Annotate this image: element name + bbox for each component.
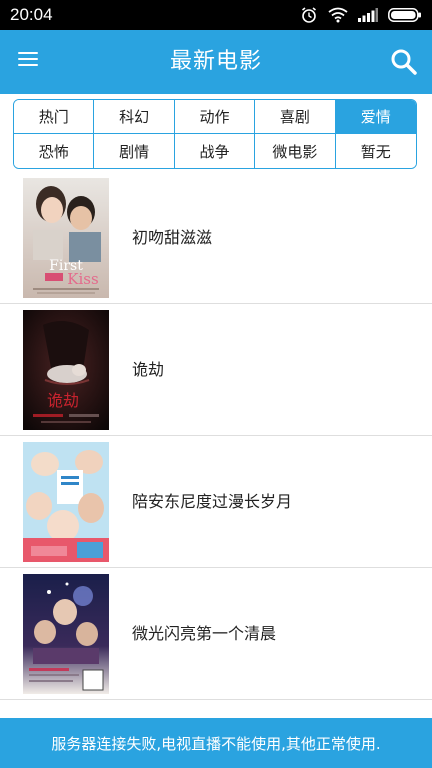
error-banner: 服务器连接失败,电视直播不能使用,其他正常使用. [0,718,432,768]
movie-poster [23,574,109,694]
list-item[interactable]: 陪安东尼度过漫长岁月 [0,436,432,568]
category-filter: 热门 科幻 动作 喜剧 爱情 恐怖 剧情 战争 微电影 暂无 [13,99,417,169]
movie-list: First Kiss 初吻甜滋滋 诡劫 诡劫 陪安东尼度过漫长岁月 微光闪亮第一… [0,172,432,700]
filter-war[interactable]: 战争 [174,134,256,168]
status-bar: 20:04 [0,0,432,30]
signal-icon [358,8,378,22]
movie-title: 陪安东尼度过漫长岁月 [132,492,293,511]
app-bar: 最新电影 [0,30,432,94]
filter-micro-film[interactable]: 微电影 [255,134,336,168]
movie-poster: First Kiss [23,178,109,298]
filter-hot[interactable]: 热门 [14,100,95,134]
svg-text:Kiss: Kiss [67,270,98,288]
filter-scifi[interactable]: 科幻 [94,100,175,134]
filter-romance[interactable]: 爱情 [335,100,416,134]
svg-text:诡劫: 诡劫 [47,391,79,410]
battery-icon [388,8,422,22]
movie-poster [23,442,109,562]
list-item[interactable]: 微光闪亮第一个清晨 [0,568,432,700]
search-button[interactable] [390,48,418,76]
filter-none[interactable]: 暂无 [335,134,416,168]
list-item[interactable]: 诡劫 诡劫 [0,304,432,436]
movie-title: 诡劫 [132,360,165,379]
alarm-icon [300,6,318,24]
status-icons [300,6,422,24]
search-icon [391,49,417,75]
list-item[interactable]: First Kiss 初吻甜滋滋 [0,172,432,304]
filter-horror[interactable]: 恐怖 [14,134,95,168]
filter-comedy[interactable]: 喜剧 [255,100,336,134]
movie-poster: 诡劫 [23,310,109,430]
movie-title: 初吻甜滋滋 [132,228,213,247]
filter-drama[interactable]: 剧情 [94,134,175,168]
status-time: 20:04 [10,5,53,24]
page-title: 最新电影 [169,49,262,74]
wifi-icon [328,7,348,23]
movie-title: 微光闪亮第一个清晨 [132,624,277,643]
filter-action[interactable]: 动作 [174,100,256,134]
